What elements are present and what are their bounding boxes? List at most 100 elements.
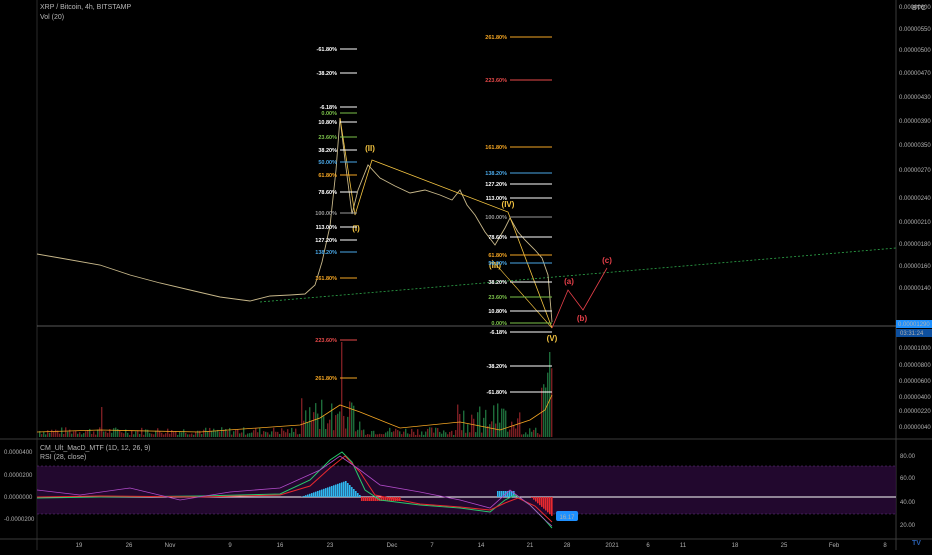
volume-bar (363, 430, 364, 437)
macd-hist-bar (497, 491, 499, 497)
macd-hist-bar (499, 491, 501, 497)
volume-bar (71, 434, 72, 437)
volume-bar (275, 432, 276, 437)
fib-level-label: 261.80% (485, 35, 507, 41)
macd-hist-bar (305, 495, 307, 497)
volume-bar (191, 434, 192, 437)
volume-bar (471, 415, 472, 437)
volume-bar (187, 434, 188, 437)
volume-bar (493, 405, 494, 437)
x-tick-label: Feb (829, 543, 840, 549)
volume-bar (271, 431, 272, 437)
wave-label: (b) (577, 314, 588, 323)
volume-bar (451, 431, 452, 437)
macd-hist-bar (547, 497, 549, 512)
y-tick-label: 0.00000220 (899, 409, 931, 415)
volume-bar (207, 431, 208, 437)
y-tick-label: 0.00000040 (899, 425, 931, 431)
volume-bar (73, 431, 74, 437)
volume-bar (527, 434, 528, 437)
volume-bar (317, 414, 318, 437)
volume-bar (419, 435, 420, 437)
fib-level-label: 113.00% (486, 196, 508, 202)
volume-bar (447, 434, 448, 437)
volume-bar (329, 420, 330, 437)
volume-bar (241, 432, 242, 437)
volume-bar (201, 434, 202, 437)
macd-hist-bar (369, 497, 371, 501)
macd-hist-bar (331, 486, 333, 497)
volume-bar (149, 433, 150, 437)
volume-bar (335, 415, 336, 437)
wave-label: (I) (352, 224, 360, 233)
volume-bar (287, 429, 288, 437)
macd-hist-bar (313, 492, 315, 497)
x-tick-label: 7 (430, 543, 434, 549)
volume-bar (489, 424, 490, 437)
y-tick-label: 0.00000180 (899, 242, 931, 248)
volume-bar (211, 431, 212, 437)
macd-hist-bar (353, 489, 355, 497)
volume-bar (505, 411, 506, 437)
volume-bar (485, 410, 486, 437)
fib-level-label: 127.20% (485, 182, 507, 188)
volume-bar (259, 428, 260, 437)
volume-bar (523, 434, 524, 437)
volume-bar (139, 434, 140, 437)
osc-right-tick: 80.00 (900, 454, 916, 460)
y-tick-label: 0.00000600 (899, 379, 931, 385)
volume-bar (255, 428, 256, 437)
macd-hist-bar (509, 491, 511, 497)
volume-bar (231, 435, 232, 437)
macd-hist-bar (335, 485, 337, 497)
volume-bar (501, 409, 502, 437)
macd-hist-bar (323, 489, 325, 497)
volume-bar (369, 435, 370, 437)
volume-bar (93, 431, 94, 437)
fib-level-label: 23.60% (488, 295, 507, 301)
volume-bar (223, 430, 224, 437)
volume-bar (353, 406, 354, 437)
volume-bar (397, 430, 398, 437)
volume-bar (385, 433, 386, 437)
volume-bar (43, 431, 44, 437)
macd-hist-bar (371, 497, 373, 501)
volume-bar (341, 342, 342, 437)
volume-bar (453, 435, 454, 437)
volume-bar (325, 429, 326, 437)
volume-bar (165, 433, 166, 437)
volume-bar (545, 388, 546, 437)
x-tick-label: 11 (680, 543, 687, 549)
volume-bar (417, 429, 418, 437)
macd-hist-bar (343, 482, 345, 497)
volume-bar (61, 427, 62, 437)
price-line (37, 118, 552, 322)
fib-level-label: 223.60% (315, 338, 337, 344)
volume-bar (355, 431, 356, 437)
y-tick-label: 0.00000160 (899, 264, 931, 270)
x-tick-label: 18 (732, 543, 739, 549)
volume-bar (431, 428, 432, 437)
macd-hist-bar (541, 497, 543, 507)
volume-bar (331, 403, 332, 437)
fib-level-label: 61.80% (488, 253, 507, 259)
fib-level-label: -6.18% (490, 330, 508, 336)
volume-bar (209, 428, 210, 437)
volume-bar (393, 431, 394, 437)
volume-bar (439, 432, 440, 437)
y-tick-label: 0.00000210 (899, 220, 931, 226)
volume-bar (65, 427, 66, 437)
x-tick-label: 8 (883, 543, 887, 549)
y-tick-label: 0.00000350 (899, 143, 931, 149)
macd-hist-bar (537, 497, 539, 503)
macd-hist-bar (543, 497, 545, 509)
volume-bar (173, 432, 174, 437)
macd-hist-bar (317, 491, 319, 497)
volume-bar (347, 417, 348, 437)
volume-bar (479, 407, 480, 437)
macd-hist-bar (373, 497, 375, 501)
volume-bar (235, 430, 236, 437)
volume-bar (79, 432, 80, 437)
macd-hist-bar (501, 491, 503, 497)
symbol-title: XRP / Bitcoin, 4h, BITSTAMP (40, 4, 131, 11)
